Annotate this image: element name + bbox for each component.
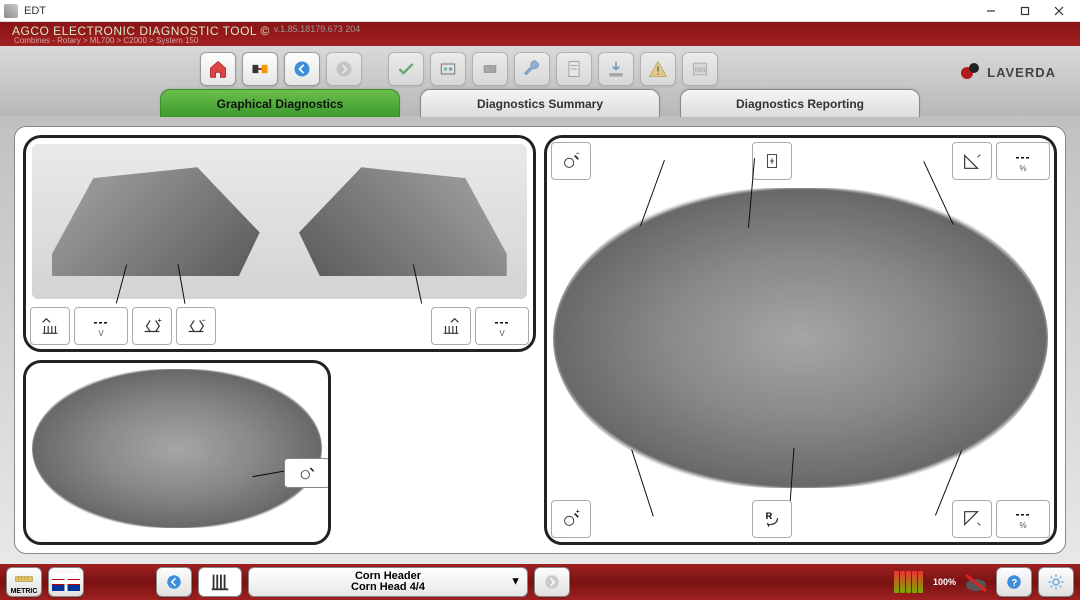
height-sensor-icon [30,307,70,345]
speed-plus-icon: + [551,500,591,538]
brand-text: LAVERDA [987,65,1056,80]
metric-label: METRIC [11,588,38,595]
tab-label: Diagnostics Summary [477,97,603,111]
tab-diagnostics-reporting[interactable]: Diagnostics Reporting [680,89,920,117]
belt-illustration [32,369,322,528]
app-icon [4,4,18,18]
breadcrumb: Combines - Rotary > ML700 > C2000 > Syst… [14,36,198,45]
selector-prev-button[interactable] [156,567,192,597]
svg-text:0101: 0101 [695,68,706,74]
no-connection-icon [962,571,990,593]
belt-drive-card [23,360,331,545]
height-right-value: ---V [475,307,529,345]
settings-button[interactable] [1038,567,1074,597]
svg-text:+: + [576,508,580,516]
main-content: ---V + − ---V − ---% [0,116,1080,564]
angle-up-icon [952,142,992,180]
oil-pressure-icon [752,142,792,180]
svg-text:−: − [576,150,580,158]
angle-up-value: ---% [996,142,1050,180]
progress-indicator [894,571,923,593]
svg-text:?: ? [1011,578,1017,589]
top-readings-row: − ---% [551,142,1050,180]
wrench-tool-button[interactable] [514,52,550,86]
tab-label: Graphical Diagnostics [217,97,344,111]
metric-units-button[interactable]: METRIC [6,567,42,597]
selector-line2: Corn Head 4/4 [351,582,425,593]
speed-minus-icon: − [551,142,591,180]
lateral-plus-icon: + [132,307,172,345]
app-header: AGCO ELECTRONIC DIAGNOSTIC TOOL © v.1.85… [0,22,1080,46]
laverda-logo-icon [961,63,983,81]
tab-graphical-diagnostics[interactable]: Graphical Diagnostics [160,89,400,117]
app-version: v.1.85.18179.673 204 [274,24,360,34]
belt-speed-icon [284,458,330,488]
back-button[interactable] [284,52,320,86]
selector-next-button[interactable] [534,567,570,597]
machine-illustration [32,144,527,299]
angle-down-icon [952,500,992,538]
home-button[interactable] [200,52,236,86]
window-titlebar: EDT [0,0,1080,22]
ecu-tool-button[interactable] [430,52,466,86]
header-height-card: ---V + − ---V [23,135,536,352]
height-left-value: ---V [74,307,128,345]
height-sensor-right-icon [431,307,471,345]
diagnostic-grid: ---V + − ---V − ---% [14,126,1066,554]
download-tool-button[interactable] [598,52,634,86]
brand-logo-area: LAVERDA [961,54,1056,90]
toolbar-area: LAVERDA 0101 Graphical Diagnostics Diagn… [0,46,1080,116]
status-bar: METRIC Corn Header Corn Head 4/4 ▼ 100% … [0,564,1080,600]
window-title: EDT [24,5,46,17]
uk-flag-icon [52,573,80,591]
lateral-minus-icon: − [176,307,216,345]
connector-button[interactable] [242,52,278,86]
language-button[interactable] [48,567,84,597]
svg-text:R: R [765,511,772,521]
check-tool-button[interactable] [388,52,424,86]
close-button[interactable] [1042,1,1076,21]
readings-row: ---V + − ---V [30,307,529,345]
svg-text:+: + [158,316,162,325]
header-type-icon [198,567,242,597]
binary-tool-button[interactable]: 0101 [682,52,718,86]
maximize-button[interactable] [1008,1,1042,21]
tab-diagnostics-summary[interactable]: Diagnostics Summary [420,89,660,117]
minimize-button[interactable] [974,1,1008,21]
tab-label: Diagnostics Reporting [736,97,864,111]
drive-system-card: − ---% + R ---% [544,135,1057,545]
forward-button [326,52,362,86]
warning-tool-button[interactable] [640,52,676,86]
tab-bar: Graphical Diagnostics Diagnostics Summar… [160,89,920,117]
chevron-down-icon: ▼ [510,577,521,588]
report-tool-button[interactable] [556,52,592,86]
progress-text: 100% [933,577,956,587]
bottom-readings-row: + R ---% [551,500,1050,538]
svg-text:−: − [202,316,206,325]
main-toolbar: 0101 [0,46,1080,86]
reverse-icon: R [752,500,792,538]
help-button[interactable]: ? [996,567,1032,597]
pulley-system-illustration [553,188,1048,488]
header-selector-dropdown[interactable]: Corn Header Corn Head 4/4 ▼ [248,567,528,597]
angle-down-value: ---% [996,500,1050,538]
module-tool-button[interactable] [472,52,508,86]
